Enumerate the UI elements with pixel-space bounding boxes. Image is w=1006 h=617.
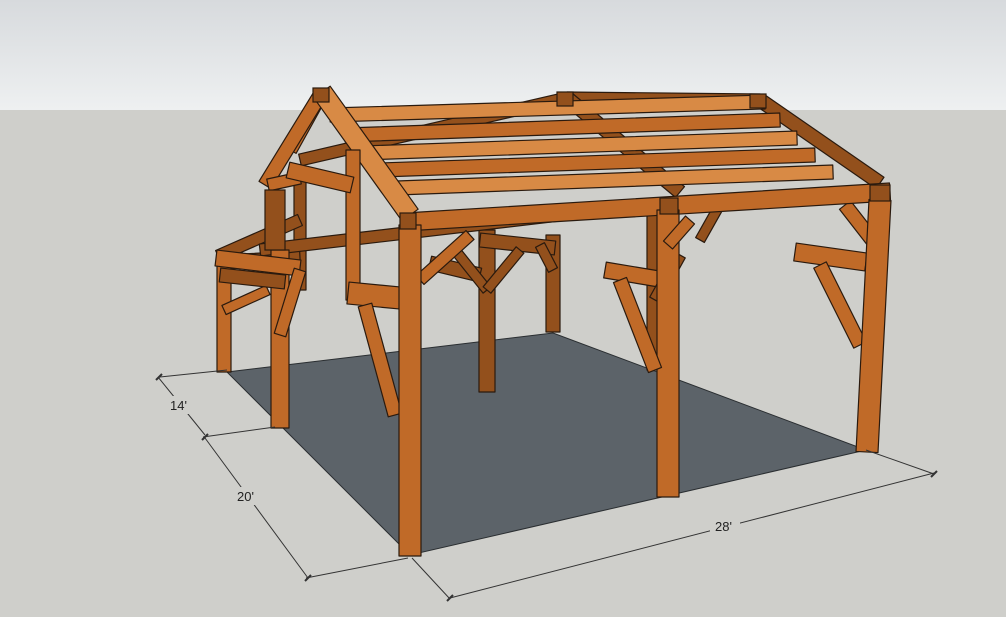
dimension-label-20: 20' — [237, 489, 254, 504]
joint-right-top — [869, 184, 891, 202]
post-front-corner — [398, 224, 422, 557]
model-viewport[interactable]: 14' 20' 28' — [0, 0, 1006, 617]
joint-ridge-mid — [556, 91, 574, 107]
front-tie-beam — [346, 281, 402, 310]
joint-front-top — [399, 212, 417, 230]
post-front-mid — [656, 209, 680, 498]
joint-ridge-front — [312, 87, 330, 103]
front-king-post — [345, 149, 361, 301]
timber-frame-model: 14' 20' 28' — [0, 0, 1006, 617]
post-far-mid — [478, 229, 496, 393]
left-joint — [264, 189, 286, 251]
sky — [0, 0, 1006, 110]
dimension-label-28: 28' — [715, 519, 732, 534]
joint-ridge-back — [749, 93, 767, 109]
dimension-label-14: 14' — [170, 398, 187, 413]
joint-mid-top — [659, 197, 679, 215]
